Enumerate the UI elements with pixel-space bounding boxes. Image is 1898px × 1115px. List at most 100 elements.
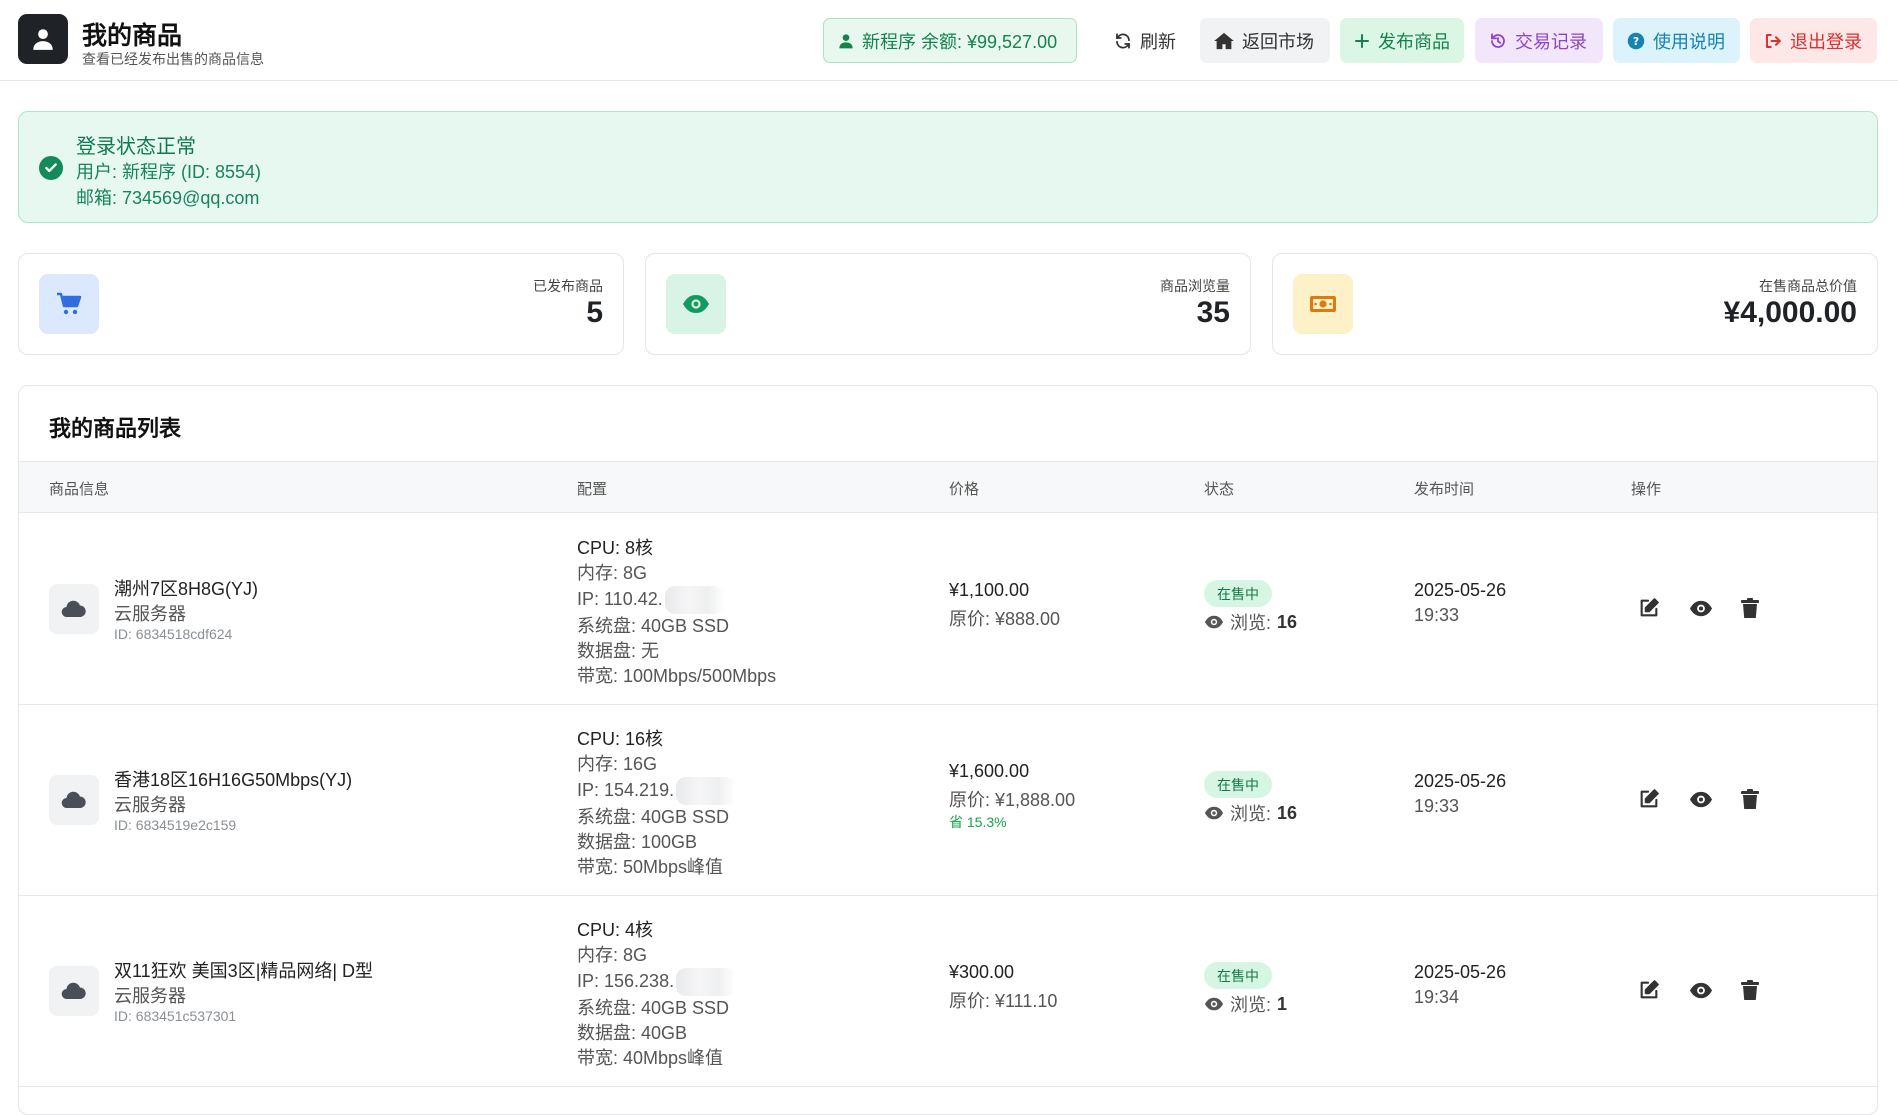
delete-button[interactable]: [1735, 784, 1765, 814]
views-count: 16: [1277, 802, 1298, 823]
col-header-actions: 操作: [1631, 481, 1662, 498]
edit-button[interactable]: [1634, 784, 1664, 814]
cloud-icon: [49, 584, 99, 634]
delete-button[interactable]: [1735, 975, 1765, 1005]
stat-card-published: 已发布商品 5: [18, 253, 624, 355]
trash-icon: [1741, 979, 1759, 1000]
publish-time: 19:33: [1414, 796, 1460, 816]
eye-icon: [1204, 806, 1224, 820]
top-header: 我的商品 查看已经发布出售的商品信息 新程序 余额: ¥99,527.00 刷新…: [0, 0, 1898, 81]
trash-icon: [1741, 597, 1759, 618]
product-config: CPU: 8核 内存: 8G IP: 110.42. 系统盘: 40GB SSD…: [577, 536, 776, 689]
cloud-icon: [49, 966, 99, 1016]
check-circle-icon: [39, 156, 63, 180]
product-type: 云服务器: [114, 986, 186, 1006]
cart-icon: [39, 274, 99, 334]
config-bandwidth: 带宽: 50Mbps峰值: [577, 857, 724, 877]
logout-label: 退出登录: [1790, 31, 1862, 52]
product-original-price: 原价: ¥111.10: [949, 991, 1058, 1011]
config-system-disk: 系统盘: 40GB SSD: [577, 998, 730, 1018]
config-system-disk: 系统盘: 40GB SSD: [577, 807, 730, 827]
edit-button[interactable]: [1634, 975, 1664, 1005]
delete-button[interactable]: [1735, 593, 1765, 623]
publish-product-button[interactable]: 发布商品: [1340, 18, 1464, 63]
trade-history-button[interactable]: 交易记录: [1475, 18, 1603, 63]
config-bandwidth: 带宽: 100Mbps/500Mbps: [577, 666, 777, 686]
login-email: 邮箱: 734569@qq.com: [76, 188, 260, 208]
stat-label-total-value: 在售商品总价值: [1759, 278, 1857, 294]
eye-icon: [1689, 982, 1713, 998]
stat-label-views: 商品浏览量: [1160, 278, 1230, 294]
refresh-label: 刷新: [1140, 31, 1176, 52]
publish-date: 2025-05-26: [1414, 771, 1507, 791]
product-config: CPU: 16核 内存: 16G IP: 154.219. 系统盘: 40GB …: [577, 727, 737, 880]
col-header-date: 发布时间: [1414, 481, 1475, 498]
config-data-disk: 数据盘: 100GB: [577, 832, 698, 852]
views-label: 浏览:: [1230, 804, 1272, 824]
product-list-title: 我的商品列表: [49, 416, 182, 441]
config-memory: 内存: 8G: [577, 945, 648, 965]
product-name: 潮州7区8H8G(YJ): [114, 579, 259, 599]
product-name: 双11狂欢 美国3区|精品网络| D型: [114, 961, 374, 981]
product-price: ¥1,600.00: [949, 761, 1030, 781]
back-to-market-button[interactable]: 返回市场: [1200, 18, 1330, 63]
config-system-disk: 系统盘: 40GB SSD: [577, 616, 730, 636]
product-views: 浏览: 1: [1204, 991, 1287, 1017]
history-icon: [1491, 32, 1505, 48]
config-memory: 内存: 16G: [577, 754, 658, 774]
login-user: 用户: 新程序 (ID: 8554): [76, 162, 262, 182]
ip-redaction: [676, 968, 737, 996]
publish-date: 2025-05-26: [1414, 962, 1507, 982]
product-saving: 省 15.3%: [949, 814, 1007, 830]
edit-button[interactable]: [1634, 593, 1664, 623]
edit-icon: [1640, 980, 1659, 999]
product-id: ID: 683451c537301: [114, 1008, 237, 1024]
refresh-button[interactable]: 刷新: [1100, 18, 1186, 63]
question-circle-icon: ?: [1627, 32, 1645, 49]
view-button[interactable]: [1686, 593, 1716, 623]
views-label: 浏览:: [1230, 613, 1272, 633]
product-id: ID: 6834519e2c159: [114, 817, 237, 833]
guide-label: 使用说明: [1653, 31, 1725, 52]
page-subtitle: 查看已经发布出售的商品信息: [82, 51, 264, 67]
product-price: ¥300.00: [949, 962, 1015, 982]
col-header-status: 状态: [1204, 481, 1235, 498]
stat-label-published: 已发布商品: [533, 278, 603, 294]
logout-button[interactable]: 退出登录: [1750, 18, 1877, 63]
product-list-card: 我的商品列表 商品信息 配置 价格 状态 发布时间 操作 潮州7区8H8G(YJ…: [18, 385, 1878, 1115]
status-badge: 在售中: [1204, 771, 1272, 798]
config-ip-text: IP: 110.42.: [577, 588, 663, 609]
config-cpu: CPU: 16核: [577, 729, 664, 749]
sign-out-icon: [1766, 33, 1781, 48]
product-type: 云服务器: [114, 795, 186, 815]
balance-text: 新程序 余额: ¥99,527.00: [862, 31, 1058, 52]
table-row: 双11狂欢 美国3区|精品网络| D型 云服务器 ID: 683451c5373…: [19, 896, 1877, 1087]
balance-badge[interactable]: 新程序 余额: ¥99,527.00: [823, 18, 1077, 63]
product-original-price: 原价: ¥888.00: [949, 609, 1061, 629]
view-button[interactable]: [1686, 975, 1716, 1005]
views-label: 浏览:: [1230, 995, 1272, 1015]
eye-icon: [666, 274, 726, 334]
publish-date: 2025-05-26: [1414, 580, 1507, 600]
view-button[interactable]: [1686, 784, 1716, 814]
home-icon: [1214, 32, 1234, 49]
trash-icon: [1741, 788, 1759, 809]
publish-label: 发布商品: [1378, 31, 1450, 52]
ip-redaction: [664, 586, 725, 614]
page-title: 我的商品: [82, 22, 183, 50]
views-count: 1: [1277, 993, 1288, 1014]
user-icon: [18, 14, 68, 64]
product-name: 香港18区16H16G50Mbps(YJ): [114, 770, 353, 790]
config-bandwidth: 带宽: 40Mbps峰值: [577, 1048, 724, 1068]
publish-time: 19:33: [1414, 605, 1460, 625]
edit-icon: [1640, 598, 1659, 617]
config-cpu: CPU: 8核: [577, 538, 654, 558]
product-views: 浏览: 16: [1204, 800, 1297, 826]
col-header-info: 商品信息: [49, 481, 110, 498]
guide-button[interactable]: ? 使用说明: [1613, 18, 1740, 63]
product-original-price: 原价: ¥1,888.00: [949, 790, 1076, 810]
config-ip: IP: 154.219.: [577, 777, 737, 805]
config-ip-text: IP: 154.219.: [577, 779, 675, 800]
status-badge: 在售中: [1204, 962, 1272, 989]
cloud-icon: [49, 775, 99, 825]
